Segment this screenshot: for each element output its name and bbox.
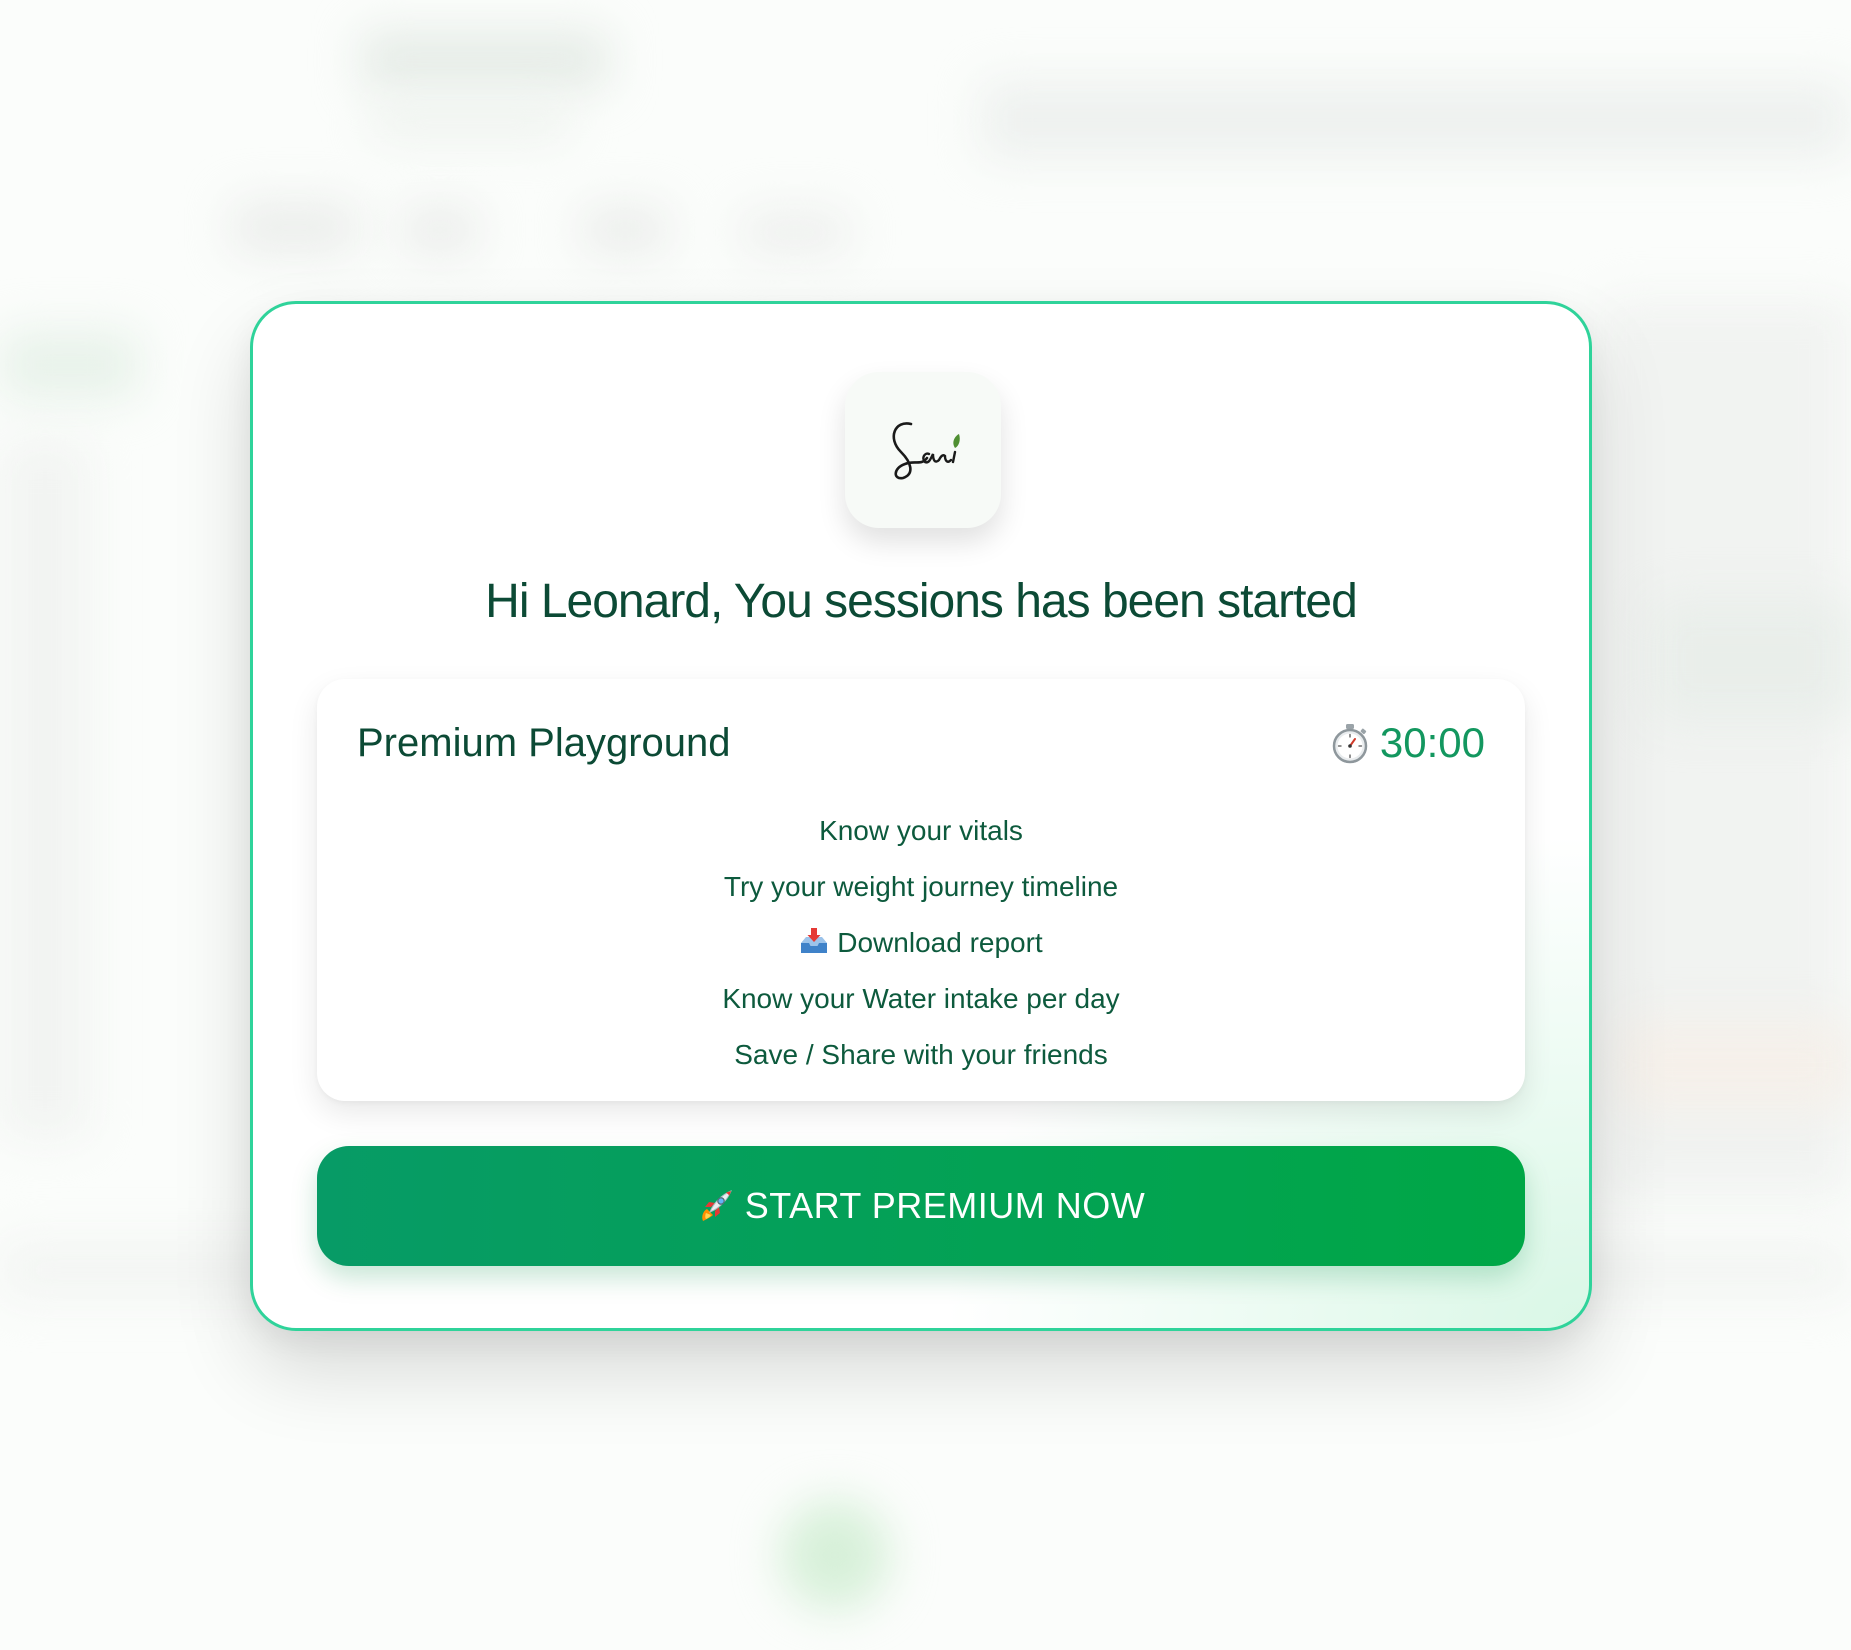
bg-blur-block — [0, 440, 90, 1140]
feature-item: Know your Water intake per day — [317, 971, 1525, 1027]
bg-blur-block — [580, 205, 670, 255]
feature-label: Know your Water intake per day — [722, 983, 1120, 1014]
inbox-tray-icon — [801, 928, 828, 953]
start-premium-button-label: START PREMIUM NOW — [744, 1185, 1146, 1226]
feature-label: Try your weight journey timeline — [723, 871, 1119, 902]
feature-label: Download report — [837, 927, 1043, 958]
bg-blur-block — [360, 30, 610, 90]
feature-label: Save / Share with your friends — [734, 1039, 1108, 1070]
bg-blur-block — [370, 105, 570, 140]
bg-blur-block — [0, 330, 140, 400]
timer-value: 30:00 — [1379, 719, 1485, 766]
start-premium-button[interactable]: START PREMIUM NOW — [317, 1146, 1525, 1266]
session-timer: 30:00 — [1330, 719, 1485, 767]
bg-blur-block — [980, 80, 1850, 160]
premium-plan-card: Premium Playground 30:00 Know your vital… — [317, 679, 1525, 1101]
stopwatch-icon — [1332, 724, 1368, 764]
rocket-icon — [701, 1190, 732, 1221]
bg-blur-block — [780, 1500, 890, 1610]
feature-label: Know your vitals — [819, 815, 1023, 846]
premium-session-modal: Hi Leonard, You sessions has been starte… — [250, 301, 1592, 1331]
plan-title: Premium Playground — [357, 721, 731, 765]
brand-logo — [845, 372, 1001, 528]
bg-blur-block — [230, 200, 360, 255]
session-started-heading: Hi Leonard, You sessions has been starte… — [485, 575, 1358, 628]
feature-list: Know your vitals Try your weight journey… — [317, 803, 1525, 1083]
feature-item: Save / Share with your friends — [317, 1027, 1525, 1083]
feature-item: Know your vitals — [317, 803, 1525, 859]
feature-item: Download report — [317, 915, 1525, 971]
sari-signature-logo — [892, 422, 960, 480]
bg-blur-block — [1620, 1020, 1851, 1110]
bg-blur-block — [740, 210, 850, 255]
feature-item: Try your weight journey timeline — [317, 859, 1525, 915]
bg-blur-block — [1650, 600, 1850, 720]
bg-blur-block — [400, 205, 480, 255]
